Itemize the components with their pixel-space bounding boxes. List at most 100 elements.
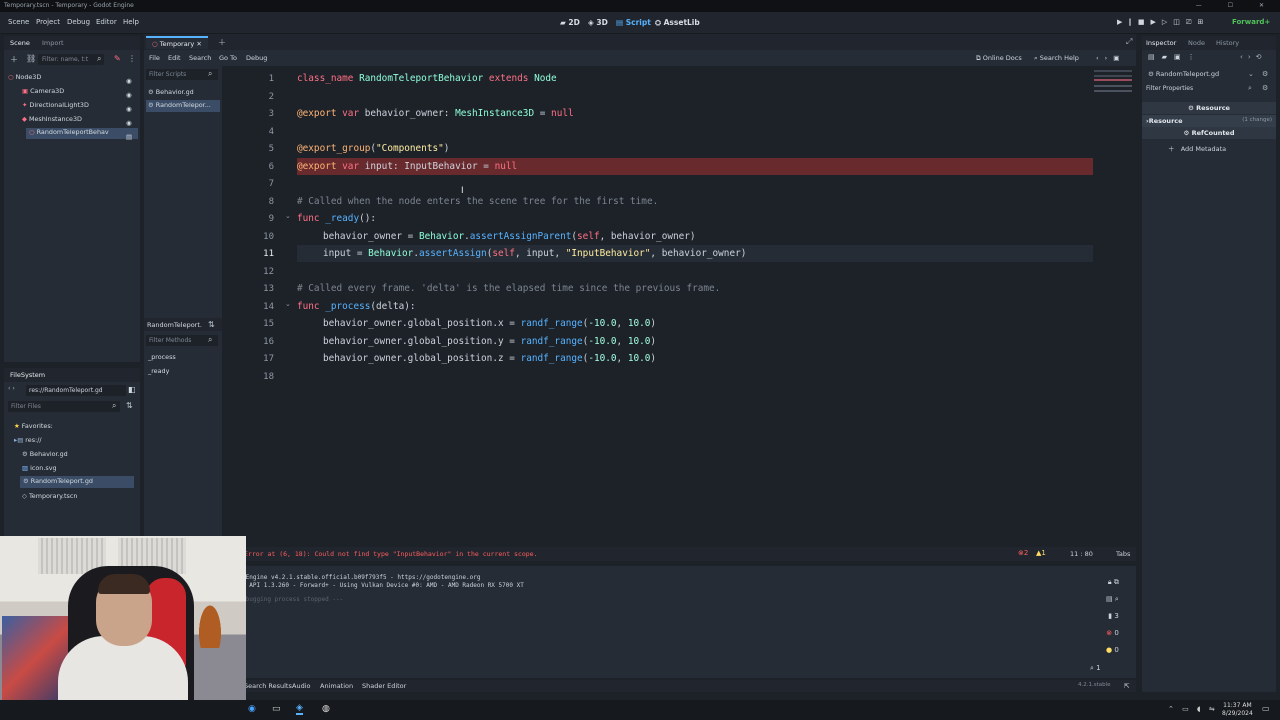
terminal-icon[interactable]: ▭: [272, 704, 281, 714]
menu-project[interactable]: Project: [36, 18, 60, 26]
eye-icon[interactable]: ◉: [126, 88, 132, 102]
workspace-script[interactable]: ▤ Script: [616, 18, 651, 27]
script-menu-debug[interactable]: Debug: [246, 54, 267, 62]
eye-icon[interactable]: ◉: [126, 116, 132, 130]
notification-icon[interactable]: ▭: [1262, 704, 1270, 713]
scene-filter-input[interactable]: Filter: name, t:t: [38, 54, 104, 65]
tray-icons[interactable]: ⌃ ▭ ◖ ⇋: [1168, 705, 1218, 713]
filter-properties-input[interactable]: Filter Properties: [1146, 85, 1193, 92]
play-scene-icon[interactable]: ▶: [1151, 18, 1162, 26]
warning-count[interactable]: ▲1: [1036, 549, 1046, 557]
fs-favorites[interactable]: ★ Favorites:: [14, 422, 53, 430]
menu-scene[interactable]: Scene: [8, 18, 29, 26]
search-icon[interactable]: ⌕: [1115, 595, 1119, 603]
godot-taskbar-icon[interactable]: ◈: [296, 703, 303, 715]
link-icon[interactable]: ⛓: [26, 54, 36, 63]
script-menu-goto[interactable]: Go To: [219, 54, 237, 62]
scene-tab-temporary[interactable]: ○ Temporary ✕: [146, 36, 208, 49]
tree-node-directionallight3d[interactable]: ✦ DirectionalLight3D: [22, 101, 89, 109]
resource-section[interactable]: ›Resource (1 change): [1142, 115, 1276, 127]
tree-node-camera3d[interactable]: ▣ Camera3D: [22, 87, 64, 95]
eye-icon[interactable]: ◉: [126, 102, 132, 116]
renderer-select[interactable]: Forward+: [1232, 18, 1270, 26]
tab-shader-editor[interactable]: Shader Editor: [362, 682, 406, 690]
pause-icon[interactable]: ‖: [1128, 18, 1138, 26]
workspace-3d[interactable]: ◈ 3D: [588, 18, 608, 27]
fold-arrow-icon[interactable]: ⌄: [285, 212, 291, 220]
save-icon[interactable]: ▣: [1174, 53, 1188, 61]
back-arrow-icon[interactable]: ‹: [8, 385, 10, 392]
tab-filesystem[interactable]: FileSystem: [10, 371, 45, 379]
error-message[interactable]: Error at (6, 18): Could not find type "I…: [244, 550, 538, 558]
window-controls[interactable]: — ☐ ✕: [1196, 0, 1276, 12]
distraction-free-icon[interactable]: ⤢: [1126, 37, 1132, 47]
inspected-object[interactable]: ⚙ RandomTeleport.gd: [1146, 69, 1254, 80]
fold-arrow-icon[interactable]: ⌄: [285, 300, 291, 308]
sort-icon[interactable]: ⇅: [126, 401, 133, 410]
history-icon[interactable]: ⟲: [1256, 53, 1267, 61]
tree-node-node3d[interactable]: ○ Node3D: [8, 73, 41, 81]
open-folder-icon[interactable]: ▰: [1162, 53, 1174, 61]
obs-icon[interactable]: ◍: [322, 704, 330, 714]
method-item-ready[interactable]: _ready: [148, 367, 169, 375]
script-list-item-behavior[interactable]: ⚙ Behavior.gd: [148, 88, 194, 96]
script-attach-icon[interactable]: ✎: [114, 54, 121, 63]
tab-inspector[interactable]: Inspector: [1146, 39, 1176, 47]
copy-icon[interactable]: ⧉: [1114, 578, 1119, 586]
close-icon[interactable]: ✕: [196, 40, 201, 48]
search-help-link[interactable]: ⌕ Search Help: [1034, 54, 1079, 63]
layout-icon[interactable]: ⊞: [1198, 18, 1210, 26]
add-node-icon[interactable]: ＋: [10, 54, 18, 65]
menu-debug[interactable]: Debug: [67, 18, 90, 26]
clear-icon[interactable]: ▤ ⌕: [1106, 591, 1119, 608]
movie-icon[interactable]: ◫: [1173, 18, 1186, 26]
forward-arrow-icon[interactable]: ›: [1248, 53, 1256, 61]
toggle-split-icon[interactable]: ◧: [128, 385, 136, 394]
new-resource-icon[interactable]: ▤: [1148, 53, 1162, 61]
play-controls[interactable]: ▶‖■▶▷◫⎚⊞: [1117, 18, 1209, 27]
output-search[interactable]: ⌕ 1: [1090, 664, 1101, 673]
tree-node-randomteleport[interactable]: ○ RandomTeleportBehav: [26, 128, 138, 139]
message-filter[interactable]: ▮ 3: [1106, 608, 1119, 625]
back-arrow-icon[interactable]: ‹: [1240, 53, 1248, 61]
expand-panel-icon[interactable]: ⇱: [1124, 682, 1129, 690]
menu-help[interactable]: Help: [123, 18, 139, 26]
add-scene-tab-icon[interactable]: ＋: [218, 37, 226, 48]
script-menu-file[interactable]: File: [149, 54, 160, 62]
tab-animation[interactable]: Animation: [320, 682, 353, 690]
error-filter[interactable]: ⊗ 0: [1106, 625, 1119, 642]
kebab-menu-icon[interactable]: ⋮: [1188, 53, 1202, 61]
clock[interactable]: 11:37 AM 8/29/2024: [1222, 702, 1253, 718]
filesystem-filter-input[interactable]: Filter Files: [8, 401, 120, 412]
panel-toggle-icon[interactable]: ▣: [1113, 54, 1125, 62]
fs-file-behavior[interactable]: ⚙ Behavior.gd: [22, 450, 68, 458]
history-nav[interactable]: ‹›▣: [1096, 54, 1125, 62]
online-docs-link[interactable]: ⧉ Online Docs: [976, 54, 1022, 63]
chevron-down-icon[interactable]: ⌄: [1248, 70, 1254, 78]
settings-icon[interactable]: ⚙: [1262, 84, 1268, 92]
play-custom-icon[interactable]: ▷: [1162, 18, 1173, 26]
method-item-process[interactable]: _process: [148, 353, 176, 361]
menu-editor[interactable]: Editor: [96, 18, 117, 26]
tab-search-results[interactable]: Search Results: [244, 682, 292, 690]
add-metadata-button[interactable]: ＋ Add Metadata: [1168, 143, 1226, 153]
fs-file-icon[interactable]: ▨ icon.svg: [22, 464, 57, 472]
script-menu-search[interactable]: Search: [189, 54, 211, 62]
script-icon[interactable]: ▤: [126, 130, 132, 144]
browser-icon[interactable]: ◉: [248, 704, 256, 714]
forward-arrow-icon[interactable]: ›: [1105, 54, 1114, 62]
object-menu-icon[interactable]: ⚙: [1262, 70, 1268, 78]
eye-icon[interactable]: ◉: [126, 74, 132, 88]
kebab-menu-icon[interactable]: ⋮: [128, 54, 136, 63]
tree-node-meshinstance3d[interactable]: ◆ MeshInstance3D: [22, 115, 82, 123]
error-count[interactable]: ⊗2: [1018, 549, 1028, 557]
lock-icon[interactable]: 🔒︎: [1108, 578, 1112, 586]
filesystem-path[interactable]: res://RandomTeleport.gd: [26, 385, 126, 396]
tab-import[interactable]: Import: [42, 39, 64, 47]
script-list-item-randomteleport[interactable]: ⚙ RandomTelepor...: [146, 100, 220, 112]
tab-scene[interactable]: Scene: [10, 39, 30, 47]
tab-node[interactable]: Node: [1188, 39, 1205, 47]
warning-filter[interactable]: ● 0: [1106, 642, 1119, 659]
fs-file-temporary[interactable]: ◇ Temporary.tscn: [22, 492, 77, 500]
workspace-assetlib[interactable]: ⛭ AssetLib: [655, 18, 700, 28]
